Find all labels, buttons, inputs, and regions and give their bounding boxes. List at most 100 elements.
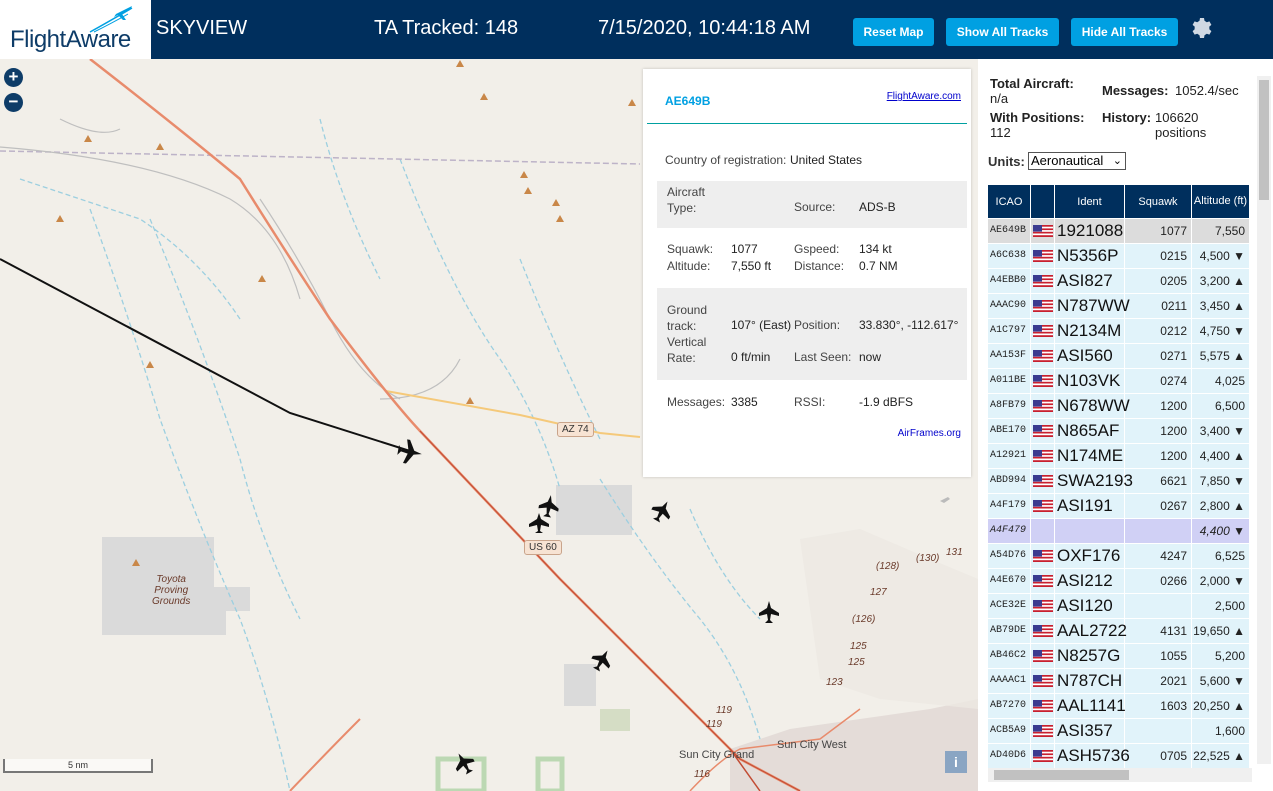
zoom-in-button[interactable]: + (4, 68, 23, 87)
cell-squawk: 2021 (1125, 669, 1192, 693)
us-flag-icon (1033, 550, 1053, 562)
cell-ident: N8257G (1055, 644, 1125, 668)
cell-squawk: 1200 (1125, 444, 1192, 468)
route-number: (128) (876, 561, 900, 572)
place-label-sun-city-grand: Sun City Grand (679, 749, 755, 761)
units-select[interactable]: Aeronautical ⌄ (1028, 152, 1126, 170)
cell-altitude: 4,400 ▲ (1192, 444, 1250, 468)
cell-icao: AB79DE (988, 619, 1031, 643)
messages-value: 3385 (731, 395, 758, 409)
cell-icao: AA153F (988, 344, 1031, 368)
cell-squawk: 0205 (1125, 269, 1192, 293)
scale-bar: 5 nm (3, 759, 153, 773)
scrollbar-thumb[interactable] (994, 770, 1129, 780)
table-row[interactable]: AB46C2 N8257G 1055 5,200 (988, 644, 1250, 669)
popup-divider (647, 123, 967, 124)
us-flag-icon (1033, 250, 1053, 262)
cell-ident: SWA2193 (1055, 469, 1133, 493)
column-header-squawk[interactable]: Squawk (1125, 185, 1192, 218)
us-flag-icon (1033, 725, 1053, 737)
table-row[interactable]: ACE32E ASI120 2,500 (988, 594, 1250, 619)
popup-row-squawk: Squawk: 1077 Gspeed: 134 kt Altitude: 7,… (657, 242, 967, 278)
table-row[interactable]: A4F479 4,400 ▼ (988, 519, 1250, 544)
cell-altitude: 2,500 (1192, 594, 1250, 618)
messages-rate-value: 1052.4/sec (1175, 83, 1239, 98)
flightaware-link[interactable]: FlightAware.com (887, 91, 961, 102)
table-horizontal-scrollbar[interactable] (988, 768, 1252, 782)
cell-flag (1031, 294, 1055, 318)
cell-icao: A011BE (988, 369, 1031, 393)
table-row[interactable]: AE649B 1921088 1077 7,550 (988, 219, 1250, 244)
cell-icao: AB7270 (988, 694, 1031, 718)
chevron-down-icon: ⌄ (1112, 155, 1122, 167)
table-row[interactable]: ABD994 SWA2193 6621 7,850 ▼ (988, 469, 1250, 494)
cell-ident: N103VK (1055, 369, 1125, 393)
distance-label: Distance: (794, 259, 845, 273)
cell-altitude: 22,525 ▲ (1192, 744, 1250, 768)
top-header: FlightAware SKYVIEW TA Tracked: 148 7/15… (0, 0, 1273, 59)
cell-altitude: 2,800 ▲ (1192, 494, 1250, 518)
table-row[interactable]: AAAAC1 N787CH 2021 5,600 ▼ (988, 669, 1250, 694)
table-row[interactable]: AB7270 AAL1141 1603 20,250 ▲ (988, 694, 1250, 719)
scrollbar-thumb[interactable] (1259, 80, 1269, 200)
cell-flag (1031, 219, 1055, 243)
table-row[interactable]: A1C797 N2134M 0212 4,750 ▼ (988, 319, 1250, 344)
cell-ident (1055, 519, 1125, 543)
altitude-value: 7,550 ft (731, 259, 772, 273)
table-row[interactable]: A6C638 N5356P 0215 4,500 ▼ (988, 244, 1250, 269)
cell-icao: A54D76 (988, 544, 1031, 568)
column-header-ident[interactable]: Ident (1055, 185, 1125, 218)
cell-icao: AAAC90 (988, 294, 1031, 318)
place-label-sun-city-west: Sun City West (777, 739, 847, 751)
cell-ident: AAL1141 (1055, 694, 1126, 718)
cell-icao: A4E670 (988, 569, 1031, 593)
route-number: 123 (826, 677, 843, 688)
table-row[interactable]: A4E670 ASI212 0266 2,000 ▼ (988, 569, 1250, 594)
cell-ident: AAL2722 (1055, 619, 1127, 643)
cell-squawk: 6621 (1125, 469, 1192, 493)
cell-altitude: 7,850 ▼ (1192, 469, 1250, 493)
show-all-tracks-button[interactable]: Show All Tracks (946, 18, 1059, 46)
table-row[interactable]: A4EBB0 ASI827 0205 3,200 ▲ (988, 269, 1250, 294)
table-row[interactable]: A4F179 ASI191 0267 2,800 ▲ (988, 494, 1250, 519)
gear-icon[interactable] (1188, 16, 1212, 40)
reset-map-button[interactable]: Reset Map (853, 18, 934, 46)
column-header-flag[interactable] (1031, 185, 1055, 218)
cell-ident: N174ME (1055, 444, 1125, 468)
us-flag-icon (1033, 500, 1053, 512)
table-row[interactable]: AAAC90 N787WW 0211 3,450 ▲ (988, 294, 1250, 319)
table-row[interactable]: ACB5A9 ASI357 1,600 (988, 719, 1250, 744)
hide-all-tracks-button[interactable]: Hide All Tracks (1071, 18, 1178, 46)
track-value: 107° (East) (731, 318, 792, 332)
cell-altitude: 6,525 (1192, 544, 1250, 568)
route-number: 116 (694, 769, 710, 780)
airframes-link[interactable]: AirFrames.org (898, 428, 961, 439)
table-row[interactable]: A011BE N103VK 0274 4,025 (988, 369, 1250, 394)
table-row[interactable]: A8FB79 N678WW 1200 6,500 (988, 394, 1250, 419)
cell-flag (1031, 619, 1055, 643)
cell-icao: ACE32E (988, 594, 1031, 618)
track-label: Ground track: (667, 303, 708, 333)
column-header-altitude[interactable]: Altitude (ft) (1192, 185, 1250, 218)
place-label-toyota: Toyota Proving Grounds (152, 574, 191, 607)
table-row[interactable]: AB79DE AAL2722 4131 19,650 ▲ (988, 619, 1250, 644)
column-header-icao[interactable]: ICAO (988, 185, 1031, 218)
cell-altitude: 2,000 ▼ (1192, 569, 1250, 593)
table-row[interactable]: AD40D6 ASH5736 0705 22,525 ▲ (988, 744, 1250, 769)
table-vertical-scrollbar[interactable] (1257, 76, 1271, 764)
position-label: Position: (794, 318, 841, 332)
table-row[interactable]: AA153F ASI560 0271 5,575 ▲ (988, 344, 1250, 369)
table-row[interactable]: A12921 N174ME 1200 4,400 ▲ (988, 444, 1250, 469)
popup-hex: AE649B (665, 94, 711, 108)
cell-icao: A4F179 (988, 494, 1031, 518)
zoom-out-button[interactable]: − (4, 93, 23, 112)
cell-ident: 1921088 (1055, 219, 1125, 243)
map-info-button[interactable]: i (945, 751, 967, 773)
cell-flag (1031, 319, 1055, 343)
us-flag-icon (1033, 650, 1053, 662)
route-number: (130) (916, 553, 940, 564)
flightaware-logo[interactable]: FlightAware (0, 0, 151, 59)
cell-flag (1031, 569, 1055, 593)
table-row[interactable]: ABE170 N865AF 1200 3,400 ▼ (988, 419, 1250, 444)
table-row[interactable]: A54D76 OXF176 4247 6,525 (988, 544, 1250, 569)
